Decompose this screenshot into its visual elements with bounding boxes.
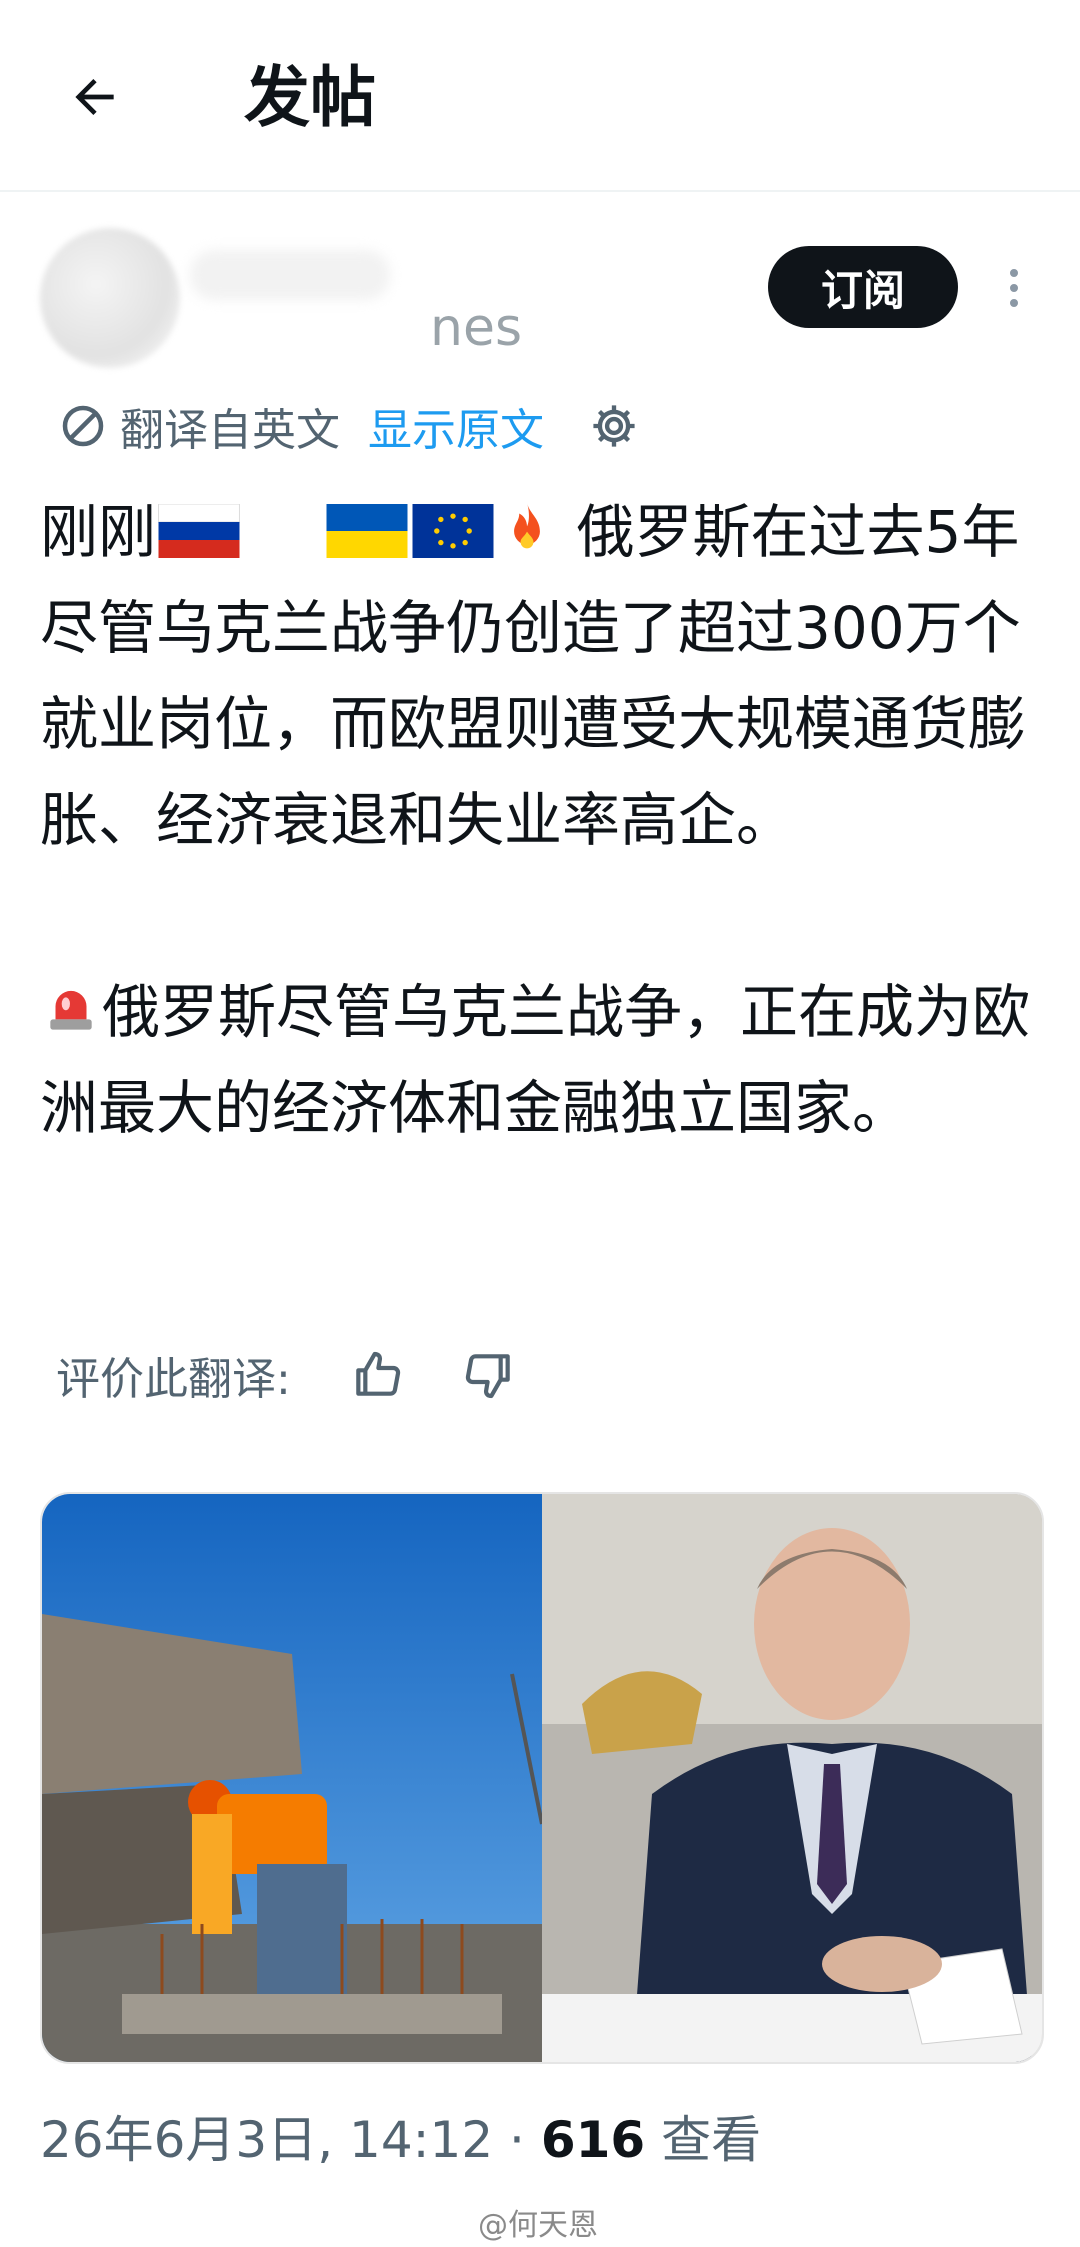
post-paragraph-2: 俄罗斯尽管乌克兰战争，正在成为欧洲最大的经济体和金融独立国家。 [40, 964, 1050, 1156]
author-handle[interactable]: nes [430, 298, 522, 358]
translate-icon [62, 405, 104, 447]
thumbs-down-icon[interactable] [461, 1347, 517, 1403]
translation-row: 翻译自英文 显示原文 [56, 396, 640, 456]
post-text: 刚刚 俄罗斯在过去5年尽管乌克兰战争仍创造了超过300万个就业岗位，而欧盟则遭受… [40, 484, 1050, 1156]
show-original-link[interactable]: 显示原文 [368, 394, 544, 458]
construction-worker-photo[interactable] [42, 1494, 542, 2062]
eu-flag-icon [412, 504, 494, 558]
top-bar: 发帖 [0, 0, 1080, 192]
page-title: 发帖 [244, 59, 376, 136]
siren-icon [50, 990, 92, 1030]
more-options-button[interactable] [994, 258, 1034, 318]
post-timestamp[interactable]: 26年6月3日, 14:12 [40, 2111, 493, 2169]
post-lead-text: 刚刚 [40, 498, 157, 566]
gear-icon[interactable] [588, 400, 640, 452]
ukraine-flag-icon [326, 504, 408, 558]
fire-icon [514, 503, 540, 549]
arrow-left-icon [75, 79, 114, 115]
author-name-redacted [190, 250, 390, 300]
russia-flag-icon [158, 504, 241, 558]
post-media[interactable] [40, 1492, 1044, 2064]
thumbs-up-icon[interactable] [349, 1347, 405, 1403]
translated-from-label: 翻译自英文 [120, 405, 340, 456]
post-meta: 26年6月3日, 14:12 · 616 查看 [40, 2110, 761, 2170]
back-button[interactable] [60, 62, 130, 132]
rate-translation-label: 评价此翻译: [56, 1354, 291, 1405]
avatar[interactable] [40, 228, 180, 368]
rate-translation-row: 评价此翻译: [56, 1340, 517, 1410]
view-count: 616 [540, 2111, 646, 2169]
man-in-suit-photo[interactable] [542, 1494, 1042, 2062]
meta-separator: · [493, 2111, 541, 2169]
post-paragraph-1: 刚刚 俄罗斯在过去5年尽管乌克兰战争仍创造了超过300万个就业岗位，而欧盟则遭受… [40, 484, 1050, 868]
watermark: @何天恩 [478, 2208, 598, 2243]
view-count-label: 查看 [645, 2111, 762, 2169]
more-vertical-icon [1010, 269, 1018, 277]
subscribe-button[interactable]: 订阅 [768, 246, 958, 328]
post-body-2: 俄罗斯尽管乌克兰战争，正在成为欧洲最大的经济体和金融独立国家。 [40, 978, 1031, 1142]
